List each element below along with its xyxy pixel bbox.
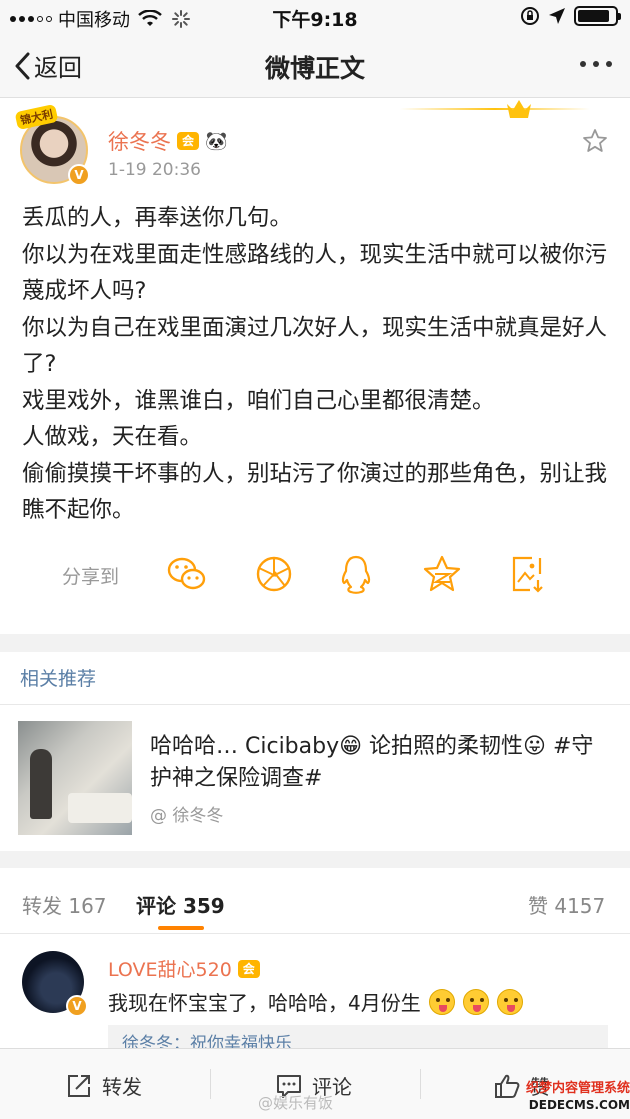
location-arrow-icon: [549, 8, 565, 24]
site-watermark-line2: DEDECMS.COM: [528, 1098, 630, 1112]
divider-line: [420, 1069, 421, 1099]
repost-button[interactable]: 转发: [66, 1071, 142, 1100]
share-label: 分享到: [62, 566, 120, 588]
weibo-watermark: @娱乐有饭: [258, 1094, 334, 1112]
related-post-author: @ 徐冬冬: [150, 806, 224, 826]
favorite-star-icon[interactable]: [582, 128, 608, 154]
wechat-icon[interactable]: [166, 554, 208, 594]
section-divider: [0, 851, 630, 868]
commenter-avatar[interactable]: V: [22, 951, 88, 1017]
status-bar: 中国移动 下午9:18: [0, 0, 630, 34]
author-name-text: 徐冬冬: [108, 130, 171, 154]
save-image-icon[interactable]: [510, 554, 546, 594]
active-tab-indicator: [158, 926, 204, 930]
more-options-button[interactable]: [580, 61, 612, 67]
qq-icon[interactable]: [338, 554, 374, 596]
related-post-card[interactable]: 哈哈哈… Cicibaby😁 论拍照的柔韧性😛 #守护神之保险调查# @ 徐冬冬: [0, 705, 630, 851]
status-icons: [520, 6, 621, 26]
thumbnail-bed: [68, 793, 132, 823]
thumbs-up-icon: [495, 1074, 520, 1098]
post-paragraph: 偷偷摸摸干坏事的人，别玷污了你演过的那些角色，别让我瞧不起你。: [22, 460, 608, 524]
tab-comments[interactable]: 评论 359: [136, 890, 225, 919]
post-paragraph: 丢瓜的人，再奉送你几句。: [22, 205, 293, 231]
verified-badge-icon: V: [66, 995, 88, 1017]
tongue-emoji-icon: [428, 988, 455, 1015]
crown-decoration-line: [400, 108, 590, 110]
battery-level: [578, 10, 609, 22]
thumbnail-figure: [30, 749, 52, 819]
related-post-thumbnail: [18, 721, 132, 835]
tongue-emoji-icon: [462, 988, 489, 1015]
commenter-name[interactable]: LOVE甜心520 会: [108, 955, 260, 982]
author-name[interactable]: 徐冬冬 会 🐼: [108, 126, 227, 156]
post-paragraph: 人做戏，天在看。: [22, 424, 203, 450]
divider-line: [210, 1069, 211, 1099]
post-header: 锦大利 V 徐冬冬 会 🐼 1-19 20:36: [0, 98, 630, 194]
orientation-lock-icon: [521, 7, 539, 25]
post-paragraph: 你以为自己在戏里面演过几次好人，现实生活中就真是好人了?: [22, 314, 608, 378]
battery-icon: [574, 6, 621, 26]
section-divider: [0, 634, 630, 652]
vip-member-icon: 会: [177, 132, 199, 150]
post-timestamp: 1-19 20:36: [108, 160, 201, 180]
related-section-title: 相关推荐: [20, 668, 97, 690]
crown-icon: [507, 100, 531, 118]
tongue-emoji-icon: [496, 988, 523, 1015]
navigation-bar: 返回 微博正文: [0, 34, 630, 98]
related-post-text: 哈哈哈… Cicibaby😁 论拍照的柔韧性😛 #守护神之保险调查#: [150, 734, 594, 791]
author-avatar[interactable]: 锦大利 V: [14, 103, 90, 186]
post-body: 丢瓜的人，再奉送你几句。 你以为在戏里面走性感路线的人，现实生活中就可以被你污蔑…: [22, 200, 612, 529]
site-watermark: 织梦内容管理系统 DEDECMS.COM: [520, 1080, 630, 1114]
back-button[interactable]: 返回: [14, 48, 82, 83]
interaction-tabs: 转发 167 评论 359 赞 4157: [0, 868, 630, 934]
commenter-name-text: LOVE甜心520: [108, 959, 232, 981]
tab-likes[interactable]: 赞 4157: [528, 890, 605, 919]
comment-item: V LOVE甜心520 会 我现在怀宝宝了，哈哈哈，4月份生 徐冬冬：祝你幸福快…: [0, 935, 630, 1055]
repost-label: 转发: [102, 1075, 142, 1099]
post-paragraph: 你以为在戏里面走性感路线的人，现实生活中就可以被你污蔑成坏人吗?: [22, 241, 608, 305]
panda-icon: 🐼: [205, 130, 228, 152]
comment-text: 我现在怀宝宝了，哈哈哈，4月份生: [108, 991, 421, 1015]
tab-reposts[interactable]: 转发 167: [22, 890, 107, 919]
qzone-icon[interactable]: [422, 554, 462, 594]
post-paragraph: 戏里戏外，谁黑谁白，咱们自己心里都很清楚。: [22, 387, 495, 414]
site-watermark-line1: 织梦内容管理系统: [525, 1081, 630, 1096]
chevron-left-icon: [15, 52, 30, 79]
page-title: 微博正文: [264, 54, 365, 83]
back-label: 返回: [34, 54, 82, 82]
vip-member-icon: 会: [237, 959, 260, 978]
comment-text-row: 我现在怀宝宝了，哈哈哈，4月份生: [108, 987, 523, 1016]
moments-icon[interactable]: [254, 554, 294, 594]
repost-icon: [68, 1074, 90, 1097]
share-row: 分享到: [0, 548, 630, 602]
verified-badge-icon: V: [68, 164, 90, 186]
